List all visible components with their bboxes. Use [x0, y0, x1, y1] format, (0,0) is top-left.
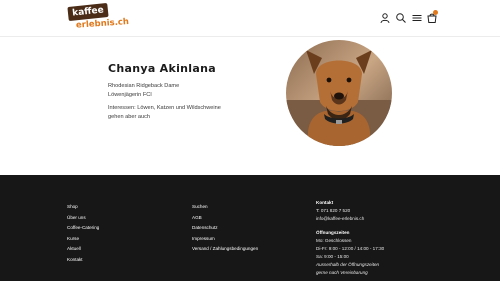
- cart-badge: [433, 10, 438, 15]
- hours-note-1: Ausserhalb der Öffnungszeiten: [316, 262, 380, 267]
- hours-monday: Mo: Geschlossen: [316, 238, 352, 243]
- kaffee-erlebnis-logo[interactable]: kaffee erlebnis.ch: [67, 2, 130, 31]
- user-icon[interactable]: [379, 12, 391, 24]
- footer-contact: Kontakt T: 071 820 7 520 info@kaffee-erl…: [316, 199, 384, 277]
- footer-link-aktuell[interactable]: Aktuell: [67, 244, 99, 255]
- header-divider: [0, 36, 500, 37]
- footer-nav-legal: Suchen AGB Datenschutz Impressum Versand…: [192, 202, 258, 255]
- footer-link-shop[interactable]: Shop: [67, 202, 99, 213]
- dog-photo: [286, 40, 392, 146]
- footer-link-ueber-uns[interactable]: Über uns: [67, 213, 99, 224]
- footer-link-agb[interactable]: AGB: [192, 213, 258, 224]
- profile-details: Rhodesian Ridgeback Dame Löwenjägerin FC…: [108, 82, 248, 100]
- site-footer: Shop Über uns Coffee-Catering Kurse Aktu…: [0, 175, 500, 281]
- footer-link-suchen[interactable]: Suchen: [192, 202, 258, 213]
- menu-icon[interactable]: [411, 12, 423, 24]
- footer-link-coffee-catering[interactable]: Coffee-Catering: [67, 223, 99, 234]
- hours-heading: Öffnungszeiten: [316, 230, 350, 235]
- footer-link-impressum[interactable]: Impressum: [192, 234, 258, 245]
- site-header: kaffee erlebnis.ch: [0, 0, 500, 36]
- search-icon[interactable]: [395, 12, 407, 24]
- footer-link-datenschutz[interactable]: Datenschutz: [192, 223, 258, 234]
- cart-icon[interactable]: [426, 10, 438, 24]
- profile-name: Chanya Akinlana: [108, 62, 216, 75]
- footer-link-kurse[interactable]: Kurse: [67, 234, 99, 245]
- footer-nav-main: Shop Über uns Coffee-Catering Kurse Aktu…: [67, 202, 99, 266]
- logo-word-erlebnis: erlebnis.ch: [75, 16, 130, 31]
- contact-heading: Kontakt: [316, 200, 334, 205]
- footer-link-versand[interactable]: Versand / Zahlungsbedingungen: [192, 244, 258, 255]
- hours-note-2: gerne nach Vereinbarung: [316, 270, 368, 275]
- contact-email[interactable]: info@kaffee-erlebnis.ch: [316, 215, 384, 223]
- footer-link-kontakt[interactable]: Kontakt: [67, 255, 99, 266]
- contact-phone[interactable]: T: 071 820 7 520: [316, 207, 384, 215]
- profile-title: Löwenjägerin FCI: [108, 92, 152, 98]
- hours-tue-fri: Di-Fr: 9:00 - 12:00 / 14:00 - 17:30: [316, 246, 385, 251]
- profile-interests: Interessen: Löwen, Katzen und Wildschwei…: [108, 105, 221, 120]
- hours-saturday: Sa: 9:00 - 15:00: [316, 254, 349, 259]
- profile-breed: Rhodesian Ridgeback Dame: [108, 83, 180, 89]
